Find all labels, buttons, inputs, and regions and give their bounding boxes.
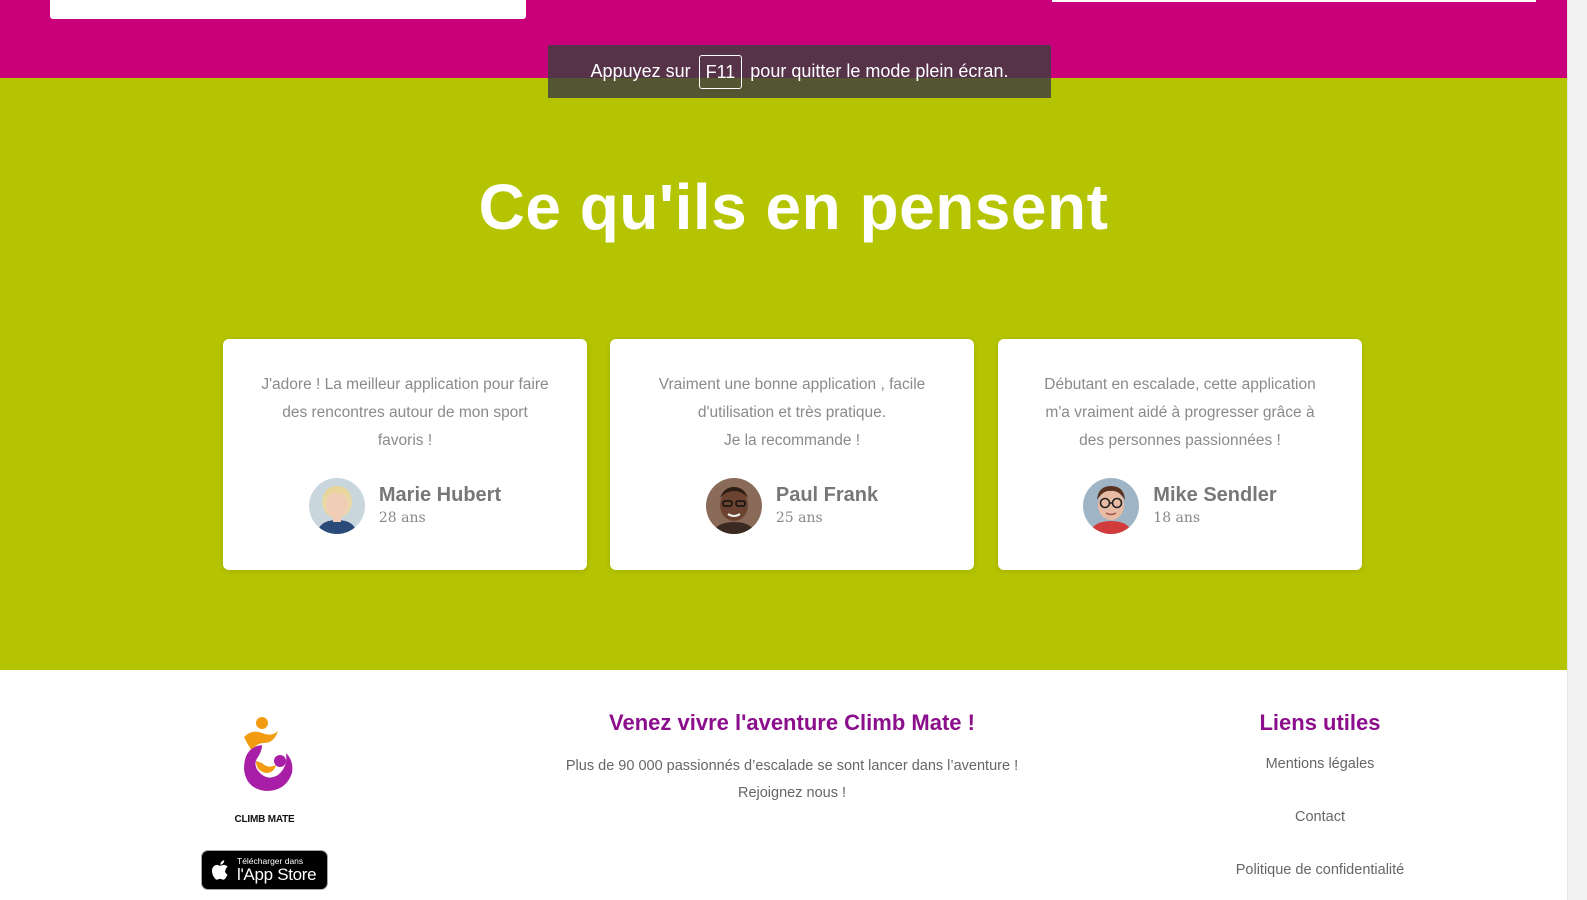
author-name: Mike Sendler [1153,484,1277,506]
quote-line: Débutant en escalade, cette application [1044,376,1316,393]
testimonial-card-paul: Vraiment une bonne application , facile … [610,339,974,570]
quote-line: des rencontres autour de mon sport [282,404,528,421]
app-store-button[interactable]: Télécharger dans l'App Store [201,850,328,890]
fullscreen-notice-prefix: Appuyez sur [590,61,691,81]
author-age: 25 ans [775,510,823,526]
footer-text-line: Plus de 90 000 passionnés d’escalade se … [565,758,1019,774]
testimonial-quote: Vraiment une bonne application , facile … [630,371,954,455]
climber-logo-icon [244,717,293,791]
testimonial-card-marie: J'adore ! La meilleur application pour f… [223,339,587,570]
logo-text: CLIMB MATE [234,814,295,825]
app-store-big-label: l'App Store [237,865,317,885]
quote-line: favoris ! [377,432,433,449]
footer-center-text: Plus de 90 000 passionnés d’escalade se … [540,753,1044,807]
testimonial-card-mike: Débutant en escalade, cette application … [998,339,1362,570]
testimonial-quote: J'adore ! La meilleur application pour f… [243,371,567,455]
f11-key-badge: F11 [698,54,743,89]
legal-notice-link[interactable]: Mentions légales [1180,756,1460,772]
quote-line: J'adore ! La meilleur application pour f… [261,376,549,393]
author-name: Marie Hubert [378,484,502,506]
man-glasses-portrait-icon [1083,478,1140,534]
app-store-small-label: Télécharger dans [237,855,304,866]
woman-portrait-icon [308,478,365,534]
testimonial-author: Paul Frank 25 ans [610,478,974,534]
testimonial-author: Marie Hubert 28 ans [223,478,587,534]
quote-line: Je la recommande ! [723,432,861,449]
app-store-labels: Télécharger dans l'App Store [237,855,317,885]
page-scrollbar[interactable] [1567,0,1587,900]
quote-line: m'a vraiment aidé à progresser grâce à [1045,404,1315,421]
author-name: Paul Frank [775,484,879,506]
author-age: 18 ans [1153,510,1201,526]
privacy-policy-link[interactable]: Politique de confidentialité [1180,862,1460,878]
contact-link[interactable]: Contact [1180,809,1460,825]
footer-center-heading: Venez vivre l'aventure Climb Mate ! [609,710,975,735]
apple-icon [212,860,228,880]
header-card-right [1052,0,1536,2]
testimonial-author: Mike Sendler 18 ans [998,478,1362,534]
author-info: Marie Hubert 28 ans [379,483,501,529]
footer-text-line: Rejoignez nous ! [737,785,846,801]
quote-line: d'utilisation et très pratique. [697,404,887,421]
author-info: Paul Frank 25 ans [776,483,878,529]
author-info: Mike Sendler 18 ans [1153,483,1276,529]
testimonials-title: Ce qu'ils en pensent [478,171,1109,243]
author-age: 28 ans [378,510,426,526]
quote-line: des personnes passionnées ! [1079,432,1281,449]
quote-line: Vraiment une bonne application , facile [658,376,926,393]
man-portrait-icon [705,478,762,534]
climb-mate-logo[interactable]: CLIMB MATE [222,717,307,825]
header-card-left [50,0,526,19]
useful-links-heading: Liens utiles [1259,710,1381,735]
testimonial-quote: Débutant en escalade, cette application … [1018,371,1342,455]
fullscreen-notice-suffix: pour quitter le mode plein écran. [750,61,1009,81]
fullscreen-exit-notice: Appuyez sur F11 pour quitter le mode ple… [548,45,1051,98]
